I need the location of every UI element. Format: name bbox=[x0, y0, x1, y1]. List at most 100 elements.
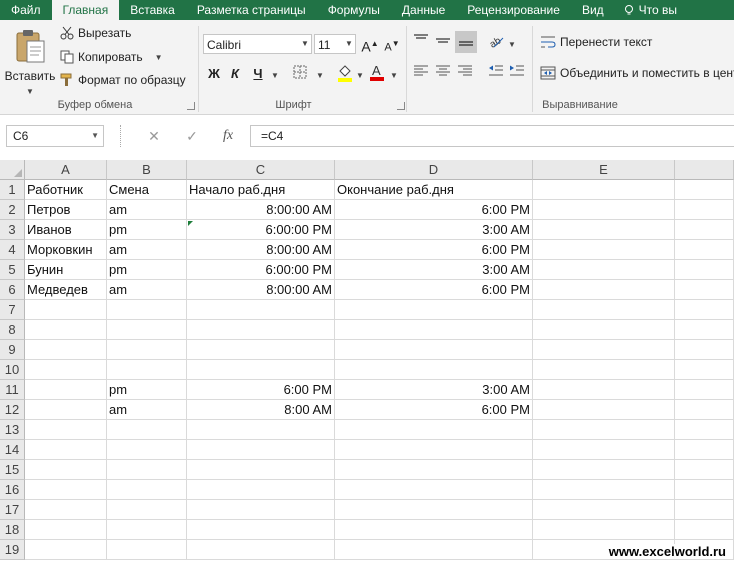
cell-filler[interactable] bbox=[675, 400, 734, 420]
cell-A19[interactable] bbox=[25, 540, 107, 560]
tab-2[interactable]: Вставка bbox=[119, 0, 186, 20]
cell-A8[interactable] bbox=[25, 320, 107, 340]
row-header[interactable]: 2 bbox=[0, 200, 25, 220]
cell-A2[interactable]: Петров bbox=[25, 200, 107, 220]
chevron-down-icon[interactable]: ▼ bbox=[356, 71, 364, 80]
cell-E17[interactable] bbox=[533, 500, 675, 520]
cell-filler[interactable] bbox=[675, 440, 734, 460]
select-all-button[interactable] bbox=[0, 160, 25, 180]
merge-center-button[interactable]: Объединить и поместить в центре bbox=[540, 66, 734, 80]
font-dialog-launcher-icon[interactable] bbox=[397, 102, 405, 110]
cell-C18[interactable] bbox=[187, 520, 335, 540]
cell-E9[interactable] bbox=[533, 340, 675, 360]
cell-B12[interactable]: am bbox=[107, 400, 187, 420]
cell-E8[interactable] bbox=[533, 320, 675, 340]
cell-A12[interactable] bbox=[25, 400, 107, 420]
row-header[interactable]: 14 bbox=[0, 440, 25, 460]
cell-A1[interactable]: Работник bbox=[25, 180, 107, 200]
row-header[interactable]: 6 bbox=[0, 280, 25, 300]
column-header[interactable]: B bbox=[107, 160, 187, 180]
chevron-down-icon[interactable]: ▼ bbox=[155, 53, 163, 62]
column-header[interactable]: C bbox=[187, 160, 335, 180]
cell-A17[interactable] bbox=[25, 500, 107, 520]
cell-A16[interactable] bbox=[25, 480, 107, 500]
cell-filler[interactable] bbox=[675, 200, 734, 220]
align-top-button[interactable] bbox=[412, 33, 430, 51]
cell-filler[interactable] bbox=[675, 460, 734, 480]
cell-E6[interactable] bbox=[533, 280, 675, 300]
row-header[interactable]: 18 bbox=[0, 520, 25, 540]
cell-E12[interactable] bbox=[533, 400, 675, 420]
cell-E10[interactable] bbox=[533, 360, 675, 380]
clipboard-dialog-launcher-icon[interactable] bbox=[187, 102, 195, 110]
cell-C2[interactable]: 8:00:00 AM bbox=[187, 200, 335, 220]
cell-D8[interactable] bbox=[335, 320, 533, 340]
paste-button[interactable]: Вставить ▼ bbox=[4, 28, 56, 96]
cell-B16[interactable] bbox=[107, 480, 187, 500]
cell-C19[interactable] bbox=[187, 540, 335, 560]
cell-filler[interactable] bbox=[675, 480, 734, 500]
copy-button[interactable]: Копировать ▼ bbox=[60, 50, 163, 64]
cell-B5[interactable]: pm bbox=[107, 260, 187, 280]
chevron-down-icon[interactable]: ▼ bbox=[316, 71, 324, 80]
row-header[interactable]: 5 bbox=[0, 260, 25, 280]
cell-filler[interactable] bbox=[675, 520, 734, 540]
chevron-down-icon[interactable]: ▼ bbox=[390, 71, 398, 80]
align-left-button[interactable] bbox=[412, 64, 430, 82]
underline-button[interactable]: Ч bbox=[249, 65, 267, 83]
tab-6[interactable]: Рецензирование bbox=[456, 0, 571, 20]
cell-A6[interactable]: Медведев bbox=[25, 280, 107, 300]
cell-D11[interactable]: 3:00 AM bbox=[335, 380, 533, 400]
cell-C12[interactable]: 8:00 AM bbox=[187, 400, 335, 420]
cell-filler[interactable] bbox=[675, 240, 734, 260]
cell-B3[interactable]: pm bbox=[107, 220, 187, 240]
row-header[interactable]: 7 bbox=[0, 300, 25, 320]
tab-3[interactable]: Разметка страницы bbox=[186, 0, 317, 20]
align-bottom-button[interactable] bbox=[455, 31, 477, 53]
name-box[interactable]: C6 ▼ bbox=[6, 125, 104, 147]
row-header[interactable]: 8 bbox=[0, 320, 25, 340]
cell-filler[interactable] bbox=[675, 260, 734, 280]
cell-C17[interactable] bbox=[187, 500, 335, 520]
cell-B15[interactable] bbox=[107, 460, 187, 480]
chevron-down-icon[interactable]: ▼ bbox=[508, 40, 516, 49]
cell-A10[interactable] bbox=[25, 360, 107, 380]
cell-A13[interactable] bbox=[25, 420, 107, 440]
column-header[interactable]: E bbox=[533, 160, 675, 180]
cell-D14[interactable] bbox=[335, 440, 533, 460]
cell-B6[interactable]: am bbox=[107, 280, 187, 300]
cell-B1[interactable]: Смена bbox=[107, 180, 187, 200]
bold-button[interactable]: Ж bbox=[205, 65, 223, 83]
cell-C13[interactable] bbox=[187, 420, 335, 440]
cell-E16[interactable] bbox=[533, 480, 675, 500]
row-header[interactable]: 15 bbox=[0, 460, 25, 480]
wrap-text-button[interactable]: Перенести текст bbox=[540, 35, 652, 49]
tab-5[interactable]: Данные bbox=[391, 0, 456, 20]
cell-D7[interactable] bbox=[335, 300, 533, 320]
cell-D18[interactable] bbox=[335, 520, 533, 540]
cell-C5[interactable]: 6:00:00 PM bbox=[187, 260, 335, 280]
cell-A4[interactable]: Морковкин bbox=[25, 240, 107, 260]
cell-C8[interactable] bbox=[187, 320, 335, 340]
cell-filler[interactable] bbox=[675, 280, 734, 300]
cell-E13[interactable] bbox=[533, 420, 675, 440]
font-name-select[interactable]: Calibri ▼ bbox=[203, 34, 312, 54]
orientation-button[interactable]: ab bbox=[487, 33, 505, 51]
cell-A5[interactable]: Бунин bbox=[25, 260, 107, 280]
cell-B11[interactable]: pm bbox=[107, 380, 187, 400]
italic-button[interactable]: К bbox=[226, 65, 244, 83]
tab-1[interactable]: Главная bbox=[51, 0, 120, 20]
align-middle-button[interactable] bbox=[434, 33, 452, 51]
cell-C6[interactable]: 8:00:00 AM bbox=[187, 280, 335, 300]
cell-filler[interactable] bbox=[675, 420, 734, 440]
cell-D2[interactable]: 6:00 PM bbox=[335, 200, 533, 220]
chevron-down-icon[interactable]: ▼ bbox=[91, 126, 99, 146]
cell-filler[interactable] bbox=[675, 500, 734, 520]
row-header[interactable]: 11 bbox=[0, 380, 25, 400]
cell-B4[interactable]: am bbox=[107, 240, 187, 260]
cell-D6[interactable]: 6:00 PM bbox=[335, 280, 533, 300]
cell-C15[interactable] bbox=[187, 460, 335, 480]
cancel-formula-icon[interactable]: ✕ bbox=[143, 125, 165, 147]
tab-7[interactable]: Вид bbox=[571, 0, 615, 20]
decrease-font-size-button[interactable]: A▼ bbox=[383, 35, 401, 54]
